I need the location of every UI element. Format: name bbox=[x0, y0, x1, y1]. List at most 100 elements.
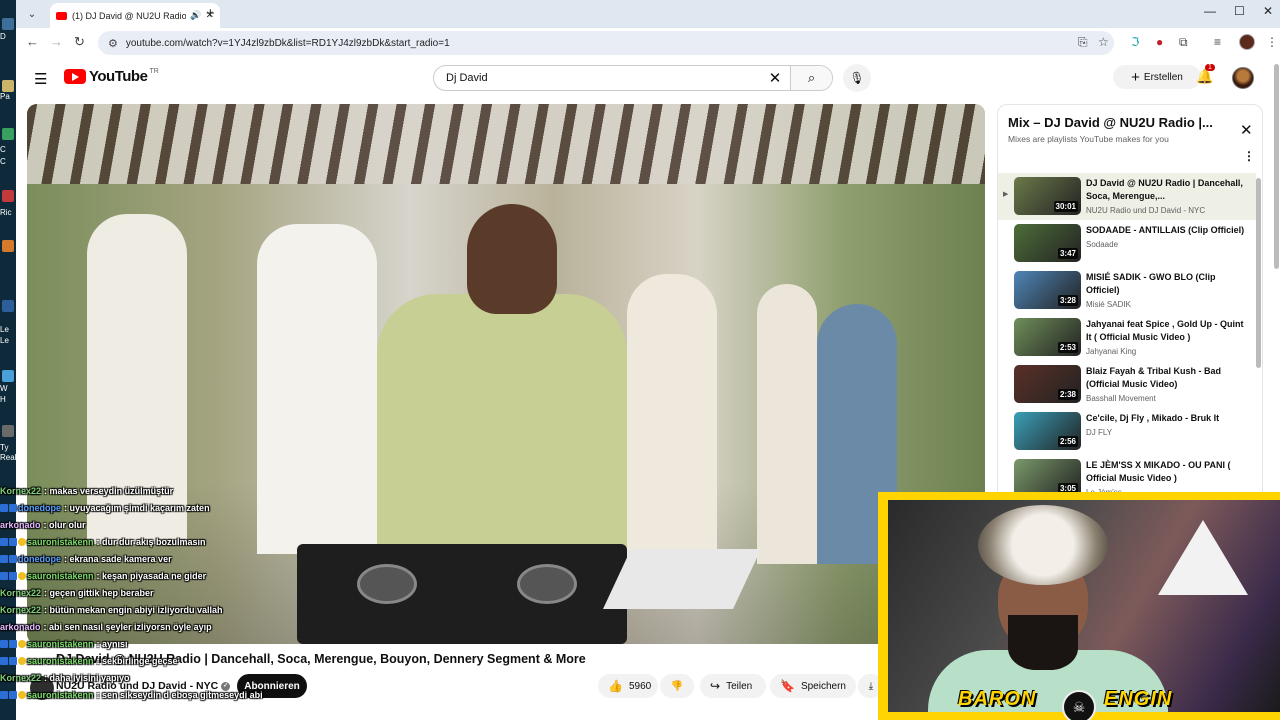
save-button[interactable]: 🔖 Speichern bbox=[770, 674, 856, 698]
bookmark-star-icon[interactable]: ☆ bbox=[1098, 35, 1109, 49]
playlist-item[interactable]: 3:28 MISIÉ SADIK - GWO BLO (Clip Officiel… bbox=[998, 267, 1256, 314]
search-input[interactable]: Dj David bbox=[434, 72, 760, 84]
save-label: Speichern bbox=[800, 680, 846, 692]
browser-profile-avatar[interactable] bbox=[1239, 34, 1255, 50]
gift-badge-icon bbox=[18, 690, 26, 699]
chat-username[interactable]: Kornex22 bbox=[0, 605, 41, 615]
playlist-item-title[interactable]: DJ David @ NU2U Radio | Dancehall, Soca,… bbox=[1086, 177, 1246, 203]
chat-username[interactable]: sauronistakenn bbox=[27, 639, 94, 649]
chat-message: Kornex22: daha iyisini yapıyo bbox=[0, 669, 300, 686]
guide-menu-icon[interactable]: ☰ bbox=[34, 70, 47, 88]
site-info-icon[interactable]: ⚙ bbox=[108, 37, 118, 50]
video-jog-wheel bbox=[517, 564, 577, 604]
youtube-logo[interactable]: YouTube TR bbox=[64, 68, 159, 85]
playlist-item[interactable]: ▶ 30:01 DJ David @ NU2U Radio | Dancehall,… bbox=[998, 173, 1256, 220]
playlist-item-title[interactable]: Blaiz Fayah & Tribal Kush - Bad (Officia… bbox=[1086, 365, 1246, 391]
clear-search-icon[interactable]: ✕ bbox=[760, 69, 790, 87]
like-button[interactable]: 👍 5960 bbox=[598, 674, 658, 698]
desktop-icon[interactable] bbox=[2, 425, 14, 437]
chat-message: Kornex22: geçen gittik hep beraber bbox=[0, 584, 300, 601]
moderator-badge-icon bbox=[9, 537, 17, 546]
extensions-puzzle-icon[interactable]: ⧉ bbox=[1179, 35, 1188, 50]
subscriber-badge-icon bbox=[0, 571, 8, 580]
chat-username[interactable]: Kornex22 bbox=[0, 673, 41, 683]
speaker-icon[interactable]: 🔊 bbox=[190, 10, 201, 21]
video-pergola bbox=[27, 104, 985, 184]
active-tab[interactable]: (1) DJ David @ NU2U Radio 🔊 ✕ bbox=[50, 3, 220, 28]
desktop-icon[interactable] bbox=[2, 80, 14, 92]
playlist-thumbnail[interactable]: 2:38 bbox=[1014, 365, 1081, 403]
playlist-item-title[interactable]: Ce'cile, Dj Fly , Mikado - Bruk It bbox=[1086, 412, 1246, 425]
maximize-button[interactable]: ☐ bbox=[1234, 4, 1245, 18]
playlist-item-channel: NU2U Radio und DJ David - NYC bbox=[1086, 206, 1206, 215]
playlist-item[interactable]: 2:38 Blaiz Fayah & Tribal Kush - Bad (Off… bbox=[998, 361, 1256, 408]
playlist-title[interactable]: Mix – DJ David @ NU2U Radio |... bbox=[1008, 115, 1218, 130]
desktop-icon[interactable] bbox=[2, 190, 14, 202]
playlist-item-channel: Misié SADIK bbox=[1086, 300, 1131, 309]
chat-username[interactable]: sauronistakenn bbox=[27, 571, 94, 581]
desktop-icon[interactable] bbox=[2, 240, 14, 252]
notifications-button[interactable]: 🔔 1 bbox=[1196, 64, 1215, 85]
chat-username[interactable]: sauronistakenn bbox=[27, 690, 94, 700]
minimize-button[interactable]: — bbox=[1204, 4, 1216, 18]
playlist-item-title[interactable]: Jahyanai feat Spice , Gold Up - Quint It… bbox=[1086, 318, 1246, 344]
playlist-item-title[interactable]: LE JÈM'SS X MIKADO - OU PANI ( Official … bbox=[1086, 459, 1246, 485]
search-button[interactable]: ⌕ bbox=[790, 66, 832, 90]
desktop-icon-label: Le bbox=[0, 325, 9, 334]
playlist-thumbnail[interactable]: 3:28 bbox=[1014, 271, 1081, 309]
playlist-item-title[interactable]: MISIÉ SADIK - GWO BLO (Clip Officiel) bbox=[1086, 271, 1246, 297]
new-tab-button[interactable]: + bbox=[206, 5, 215, 22]
desktop-icon-label: Pa bbox=[0, 92, 10, 101]
duration-badge: 3:47 bbox=[1057, 248, 1078, 259]
extension-record-icon[interactable]: ● bbox=[1156, 35, 1163, 49]
gift-badge-icon bbox=[18, 656, 26, 665]
chat-username[interactable]: sauronistakenn bbox=[27, 537, 94, 547]
close-window-button[interactable]: ✕ bbox=[1263, 4, 1273, 18]
playlist-item[interactable]: 2:53 Jahyanai feat Spice , Gold Up - Quin… bbox=[998, 314, 1256, 361]
playlist-item-info: MISIÉ SADIK - GWO BLO (Clip Officiel) Mis… bbox=[1086, 271, 1246, 309]
tab-strip: ⌄ (1) DJ David @ NU2U Radio 🔊 ✕ + — ☐ ✕ bbox=[16, 0, 1280, 28]
voice-search-button[interactable]: 🎙 bbox=[843, 64, 871, 92]
desktop-icon[interactable] bbox=[2, 300, 14, 312]
chat-message: sauronistakenn: aynısı bbox=[0, 635, 300, 652]
playlist-thumbnail[interactable]: 2:56 bbox=[1014, 412, 1081, 450]
playlist-items: ▶ 30:01 DJ David @ NU2U Radio | Dancehall,… bbox=[998, 173, 1256, 502]
chat-username[interactable]: donedope bbox=[18, 554, 61, 564]
webcam-warning-sign bbox=[1158, 520, 1248, 595]
reload-icon[interactable]: ↻ bbox=[74, 34, 85, 50]
desktop-icon[interactable] bbox=[2, 370, 14, 382]
install-icon[interactable]: ⎘ bbox=[1078, 35, 1088, 50]
playlist-scrollbar[interactable] bbox=[1256, 178, 1261, 368]
forward-icon[interactable]: → bbox=[50, 34, 63, 49]
chat-username[interactable]: donedope bbox=[18, 503, 61, 513]
tab-search-button[interactable]: ⌄ bbox=[22, 5, 42, 23]
chat-username[interactable]: arkonado bbox=[0, 520, 41, 530]
extension-translate-icon[interactable]: ℑ bbox=[1131, 35, 1139, 49]
browser-menu-icon[interactable]: ⋮ bbox=[1266, 35, 1278, 49]
account-avatar[interactable] bbox=[1232, 67, 1254, 89]
address-bar[interactable]: ⚙ youtube.com/watch?v=1YJ4zl9zbDk&list=R… bbox=[98, 31, 1114, 55]
desktop-icon[interactable] bbox=[2, 128, 14, 140]
page-scrollbar[interactable] bbox=[1274, 64, 1279, 269]
playlist-more-icon[interactable]: ⋮ bbox=[1243, 149, 1255, 163]
webcam-feed bbox=[888, 500, 1280, 712]
playlist-item[interactable]: 3:47 SODAADE - ANTILLAIS (Clip Officiel) S… bbox=[998, 220, 1256, 267]
desktop-icon[interactable] bbox=[2, 18, 14, 30]
chat-username[interactable]: Kornex22 bbox=[0, 588, 41, 598]
share-button[interactable]: ↪ Teilen bbox=[700, 674, 766, 698]
close-playlist-icon[interactable]: ✕ bbox=[1240, 121, 1253, 139]
playlist-item-title[interactable]: SODAADE - ANTILLAIS (Clip Officiel) bbox=[1086, 224, 1246, 237]
playlist-item[interactable]: 2:56 Ce'cile, Dj Fly , Mikado - Bruk It DJ… bbox=[998, 408, 1256, 455]
create-button[interactable]: + Erstellen bbox=[1113, 65, 1201, 89]
playlist-thumbnail[interactable]: 30:01 bbox=[1014, 177, 1081, 215]
chat-username[interactable]: Kornex22 bbox=[0, 486, 41, 496]
chat-text: : olur olur bbox=[43, 519, 86, 530]
dislike-button[interactable]: 👎 bbox=[660, 674, 694, 698]
playlist-thumbnail[interactable]: 3:47 bbox=[1014, 224, 1081, 262]
chat-username[interactable]: sauronistakenn bbox=[27, 656, 94, 666]
thumbs-down-icon: 👎 bbox=[670, 680, 684, 692]
media-controls-icon[interactable]: ≡ bbox=[1214, 35, 1221, 49]
chat-username[interactable]: arkonado bbox=[0, 622, 41, 632]
playlist-thumbnail[interactable]: 2:53 bbox=[1014, 318, 1081, 356]
back-icon[interactable]: ← bbox=[26, 34, 39, 49]
